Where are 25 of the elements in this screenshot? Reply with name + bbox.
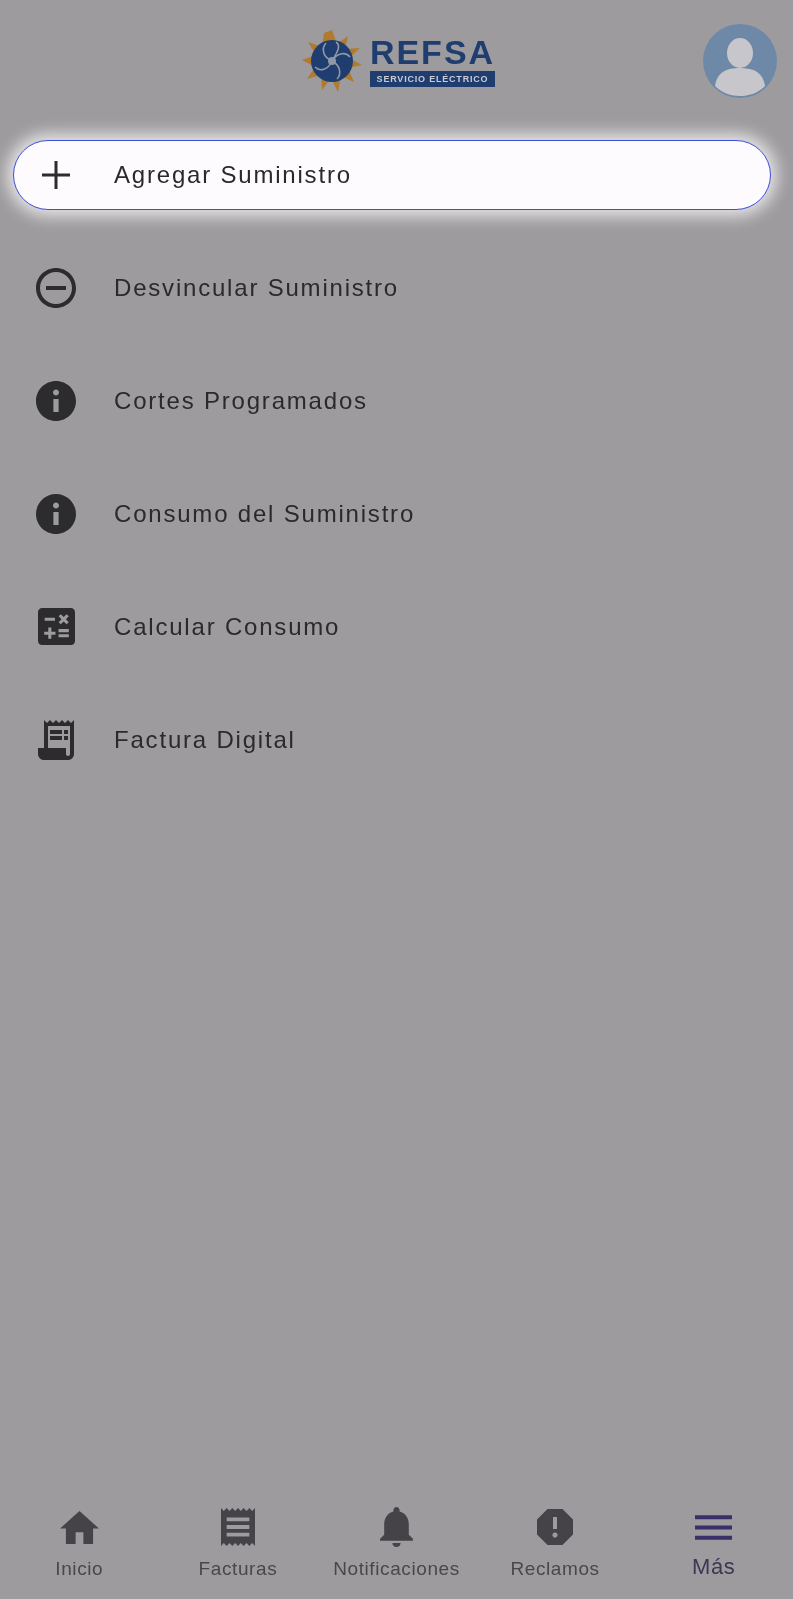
receipt-icon [38,719,74,760]
info-icon [36,493,76,534]
avatar-icon[interactable] [703,24,777,98]
calculator-icon [37,608,75,645]
menu-item[interactable]: Agregar Suministro [13,139,771,210]
nav-tab[interactable]: Facturas [158,1507,318,1599]
menu-item[interactable]: Desvincular Suministro [13,252,771,323]
nav-tab[interactable]: Más [634,1507,793,1599]
nav-tab[interactable]: Inicio [0,1507,159,1599]
brand-tagline: SERVICIO ELÉCTRICO [369,70,496,87]
menu-icon [695,1514,733,1540]
bell-icon [380,1507,413,1547]
menu-item[interactable]: Calcular Consumo [13,591,771,662]
brand-name: REFSA [369,35,496,68]
home-icon [59,1510,99,1544]
alert-octagon-icon [537,1509,574,1545]
info-icon [36,380,76,421]
menu-item[interactable]: Cortes Programados [13,365,771,436]
nav-tab[interactable]: Reclamos [475,1507,635,1599]
sunburst-logo-icon [301,30,362,92]
menu-item[interactable]: Factura Digital [13,704,771,775]
receipt-icon [220,1508,255,1546]
menu-item[interactable]: Consumo del Suministro [13,478,771,549]
nav-tab[interactable]: Notificaciones [317,1507,476,1599]
plus-icon [42,160,70,189]
